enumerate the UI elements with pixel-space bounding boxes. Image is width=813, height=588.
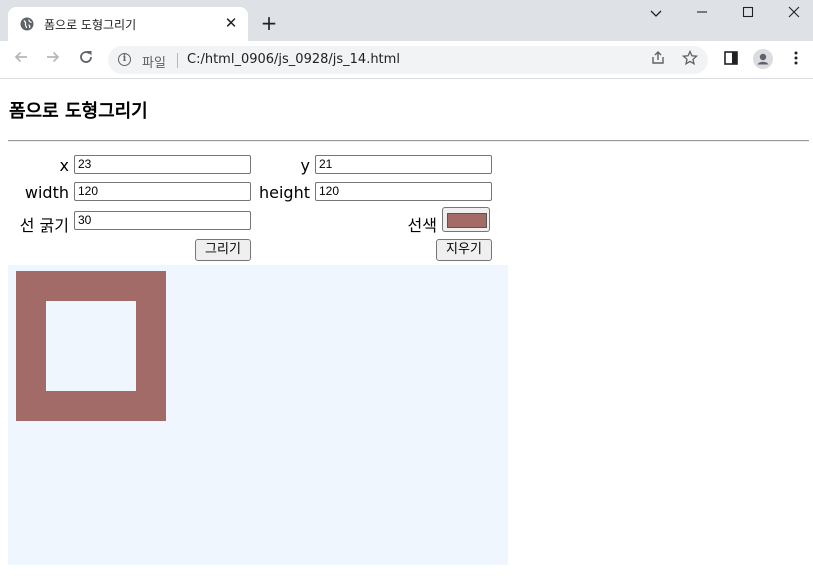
tab-close-icon[interactable]: ✕ xyxy=(222,14,240,32)
new-tab-icon[interactable]: + xyxy=(258,13,280,35)
info-icon[interactable]: i xyxy=(118,53,131,66)
page-title: 폼으로 도형그리기 xyxy=(9,101,148,122)
tab-search-icon[interactable] xyxy=(636,4,676,24)
y-input[interactable]: 21 xyxy=(315,155,492,174)
url-text[interactable]: C:/html_0906/js_0928/js_14.html xyxy=(187,52,400,67)
draw-button[interactable]: 그리기 xyxy=(195,239,251,261)
x-input[interactable]: 23 xyxy=(74,155,251,174)
horizontal-rule xyxy=(8,140,809,142)
line-width-input[interactable]: 30 xyxy=(74,211,251,230)
drawing-canvas[interactable] xyxy=(8,265,508,565)
clear-button[interactable]: 지우기 xyxy=(436,239,492,261)
x-label: x xyxy=(59,156,69,175)
color-picker[interactable] xyxy=(442,207,490,232)
browser-titlebar: 폼으로 도형그리기 ✕ + xyxy=(0,0,813,41)
profile-avatar-icon[interactable] xyxy=(752,49,774,71)
minimize-icon[interactable] xyxy=(682,4,722,24)
color-swatch xyxy=(447,213,487,228)
height-input[interactable]: 120 xyxy=(315,182,492,201)
height-label: height xyxy=(259,183,310,202)
address-bar[interactable]: i 파일 C:/html_0906/js_0928/js_14.html xyxy=(108,46,708,74)
width-label: width xyxy=(24,183,69,202)
browser-toolbar: i 파일 C:/html_0906/js_0928/js_14.html xyxy=(0,41,813,79)
back-icon[interactable] xyxy=(10,49,32,71)
forward-icon[interactable] xyxy=(42,49,64,71)
drawn-rectangle xyxy=(16,271,166,421)
bookmark-star-icon[interactable] xyxy=(680,49,700,70)
globe-icon xyxy=(20,17,34,31)
scheme-label: 파일 xyxy=(142,56,166,71)
maximize-icon[interactable] xyxy=(728,4,768,24)
line-width-label: 선 굵기 xyxy=(19,216,69,235)
tab-title: 폼으로 도형그리기 xyxy=(44,18,137,32)
reload-icon[interactable] xyxy=(75,49,97,71)
omnibox-divider xyxy=(177,53,178,68)
window-close-icon[interactable] xyxy=(774,4,813,24)
side-panel-icon[interactable] xyxy=(720,49,742,71)
kebab-menu-icon[interactable] xyxy=(785,49,807,71)
color-label: 선색 xyxy=(407,216,437,235)
width-input[interactable]: 120 xyxy=(74,182,251,201)
share-icon[interactable] xyxy=(648,50,668,70)
y-label: y xyxy=(300,156,310,175)
browser-tab[interactable]: 폼으로 도형그리기 ✕ xyxy=(8,7,248,41)
canvas-surface xyxy=(16,271,166,421)
